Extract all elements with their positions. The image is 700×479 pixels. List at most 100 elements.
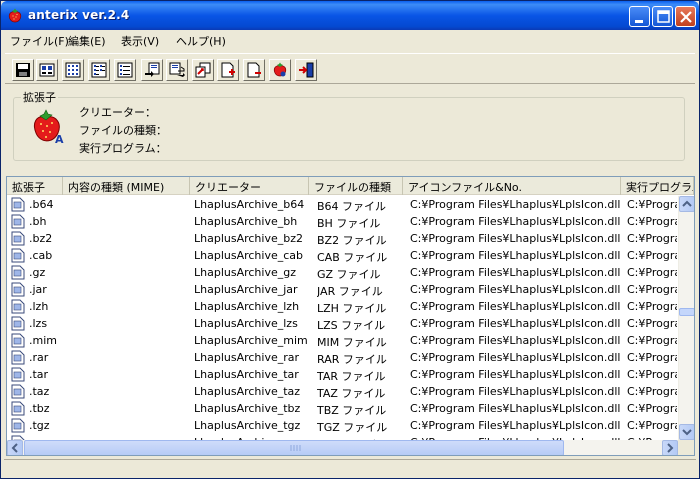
maximize-button[interactable]: [652, 6, 673, 27]
cell-ext: .bh: [29, 215, 47, 228]
open-icon: [195, 62, 211, 78]
table-row[interactable]: .tar LhaplusArchive_tar TAR ファイル C:¥Program…: [7, 366, 678, 383]
arrow-up-icon: [682, 200, 692, 207]
cell-ext: .jar: [29, 283, 47, 296]
column-header-iconfile[interactable]: アイコンファイル&No.: [403, 177, 621, 195]
table-row[interactable]: .b64 LhaplusArchive_b64 B64 ファイル C:¥Program…: [7, 196, 678, 213]
cell-creator: LhaplusArchive_tgz: [194, 419, 301, 432]
strawberry-icon: [273, 62, 287, 77]
strawberry-button[interactable]: [269, 59, 291, 81]
column-header-creator[interactable]: クリエーター: [190, 177, 309, 195]
cell-creator: LhaplusArchive_lzs: [194, 317, 298, 330]
cell-icon: C:¥Program Files¥Lhaplus¥LplsIcon.dll,0: [410, 368, 620, 381]
list-view-icon: [91, 62, 107, 78]
menu-edit[interactable]: 編集(E): [68, 33, 106, 49]
table-row[interactable]: .mim LhaplusArchive_mim MIM ファイル C:¥Program…: [7, 332, 678, 349]
small-icons-view-button[interactable]: [62, 59, 84, 81]
cell-icon: C:¥Program Files¥Lhaplus¥LplsIcon.dll,0: [410, 283, 620, 296]
table-row[interactable]: .lzh LhaplusArchive_lzh LZH ファイル C:¥Program…: [7, 298, 678, 315]
title-bar[interactable]: anterix ver.2.4: [1, 1, 699, 30]
exit-button[interactable]: [295, 59, 317, 81]
save-button[interactable]: [12, 59, 34, 81]
menu-help[interactable]: ヘルプ(H): [176, 33, 226, 49]
scroll-down-button[interactable]: [679, 424, 694, 440]
delete-item-button[interactable]: [243, 59, 265, 81]
cell-creator: LhaplusArchive_bz2: [194, 232, 303, 245]
new-item-icon: [221, 62, 235, 78]
cell-program: C:¥Program: [627, 334, 677, 347]
cell-creator: LhaplusArchive_bh: [194, 215, 298, 228]
column-header-extension[interactable]: 拡張子: [7, 177, 63, 195]
cell-type: BH ファイル: [317, 217, 381, 230]
cell-ext: .gz: [29, 266, 46, 279]
cell-program: C:¥Program: [627, 232, 677, 245]
minimize-button[interactable]: [629, 6, 650, 27]
extension-group-label: 拡張子: [21, 89, 58, 105]
table-row[interactable]: .tgz LhaplusArchive_tgz TGZ ファイル C:¥Program…: [7, 417, 678, 434]
small-icons-view-icon: [65, 62, 81, 78]
extension-list[interactable]: 拡張子 内容の種類 (MIME) クリエーター ファイルの種類 アイコンファイル…: [6, 176, 695, 456]
horizontal-scrollbar[interactable]: [7, 440, 678, 455]
program-label: 実行プログラム：: [79, 142, 167, 155]
archive-file-icon: [11, 401, 25, 416]
column-header-filetype[interactable]: ファイルの種類: [309, 177, 403, 195]
cell-ext: .mim: [29, 334, 57, 347]
main-window: anterix ver.2.4 ファイル(F) 編集(E) 表示(V) ヘルプ(…: [0, 0, 700, 479]
cell-type: TAR ファイル: [317, 370, 386, 383]
table-row[interactable]: .rar LhaplusArchive_rar RAR ファイル C:¥Program…: [7, 349, 678, 366]
cell-creator: LhaplusArchive_lzh: [194, 300, 300, 313]
cell-icon: C:¥Program Files¥Lhaplus¥LplsIcon.dll,0: [410, 198, 620, 211]
close-button[interactable]: [675, 6, 696, 27]
filetype-label: ファイルの種類：: [79, 124, 167, 137]
column-header-program[interactable]: 実行プログラム: [621, 177, 694, 195]
column-header-mime[interactable]: 内容の種類 (MIME): [63, 177, 190, 195]
scroll-right-button[interactable]: [662, 440, 678, 455]
refresh-icon: [169, 62, 185, 77]
menu-file[interactable]: ファイル(F): [10, 33, 69, 49]
cell-icon: C:¥Program Files¥Lhaplus¥LplsIcon.dll,0: [410, 351, 620, 364]
cell-program: C:¥Program: [627, 283, 677, 296]
exit-icon: [299, 62, 314, 78]
cell-type: GZ ファイル: [317, 268, 381, 281]
open-button[interactable]: [192, 59, 214, 81]
table-row[interactable]: .tbz LhaplusArchive_tbz TBZ ファイル C:¥Program…: [7, 400, 678, 417]
table-row[interactable]: .cab LhaplusArchive_cab CAB ファイル C:¥Program…: [7, 247, 678, 264]
cell-program: C:¥Program: [627, 419, 677, 432]
svg-text:A: A: [55, 133, 64, 145]
table-row[interactable]: .lzs LhaplusArchive_lzs LZS ファイル C:¥Program…: [7, 315, 678, 332]
list-view-button[interactable]: [88, 59, 110, 81]
cell-program: C:¥Program: [627, 368, 677, 381]
table-row[interactable]: .gz LhaplusArchive_gz GZ ファイル C:¥Program Fi…: [7, 264, 678, 281]
details-view-button[interactable]: [114, 59, 136, 81]
scroll-up-button[interactable]: [679, 196, 694, 212]
cell-creator: LhaplusArchive_b64: [194, 198, 305, 211]
table-row[interactable]: .taz LhaplusArchive_taz TAZ ファイル C:¥Program…: [7, 383, 678, 400]
vertical-scroll-thumb[interactable]: [679, 308, 694, 316]
cell-type: CAB ファイル: [317, 251, 388, 264]
cell-icon: C:¥Program Files¥Lhaplus¥LplsIcon.dll,0: [410, 215, 620, 228]
archive-file-icon: [11, 214, 25, 229]
cell-type: B64 ファイル: [317, 200, 387, 213]
cell-creator: LhaplusArchive_tbz: [194, 402, 301, 415]
cell-ext: .b64: [29, 198, 54, 211]
cell-type: TGZ ファイル: [317, 421, 388, 434]
scroll-left-button[interactable]: [7, 440, 23, 455]
large-icons-view-icon: [39, 63, 55, 77]
cell-type: LZH ファイル: [317, 302, 387, 315]
list-header: 拡張子 内容の種類 (MIME) クリエーター ファイルの種類 アイコンファイル…: [7, 177, 694, 195]
new-item-button[interactable]: [217, 59, 239, 81]
register-button[interactable]: [141, 59, 163, 81]
table-row[interactable]: .bh LhaplusArchive_bh BH ファイル C:¥Program Fi…: [7, 213, 678, 230]
large-icons-view-button[interactable]: [36, 59, 58, 81]
vertical-scrollbar[interactable]: [678, 196, 694, 440]
archive-file-icon: [11, 333, 25, 348]
cell-type: TAZ ファイル: [317, 387, 386, 400]
table-row[interactable]: .jar LhaplusArchive_jar JAR ファイル C:¥Program…: [7, 281, 678, 298]
table-row[interactable]: .bz2 LhaplusArchive_bz2 BZ2 ファイル C:¥Program…: [7, 230, 678, 247]
arrow-left-icon: [11, 443, 18, 453]
refresh-button[interactable]: [166, 59, 188, 81]
menu-view[interactable]: 表示(V): [121, 33, 159, 49]
cell-type: TBZ ファイル: [317, 404, 387, 417]
details-view-icon: [117, 62, 133, 78]
horizontal-scroll-thumb[interactable]: [24, 440, 564, 455]
